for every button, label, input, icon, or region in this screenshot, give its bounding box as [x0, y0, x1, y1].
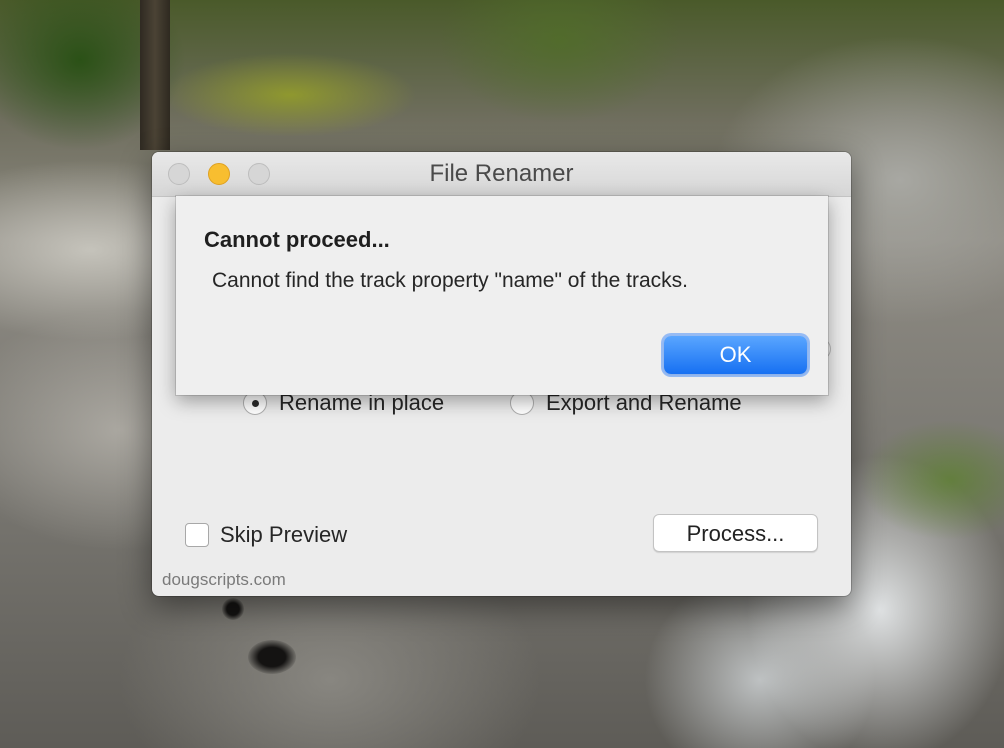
skip-preview-option[interactable]: Skip Preview [185, 522, 347, 548]
process-button[interactable]: Process... [653, 514, 818, 552]
wallpaper-rock-hole [222, 598, 244, 620]
alert-sheet: Cannot proceed... Cannot find the track … [176, 196, 828, 395]
wallpaper-tree-trunk [140, 0, 170, 150]
ok-button[interactable]: OK [664, 336, 807, 374]
dougscripts-link[interactable]: dougscripts.com [162, 570, 286, 590]
skip-preview-checkbox[interactable] [185, 523, 209, 547]
window-title: File Renamer [429, 160, 574, 187]
alert-message: Cannot find the track property "name" of… [212, 269, 688, 292]
alert-title: Cannot proceed... [204, 227, 390, 252]
skip-preview-label: Skip Preview [220, 522, 348, 547]
wallpaper-rock-hole [248, 640, 296, 674]
window-titlebar[interactable]: File Renamer [152, 152, 851, 197]
